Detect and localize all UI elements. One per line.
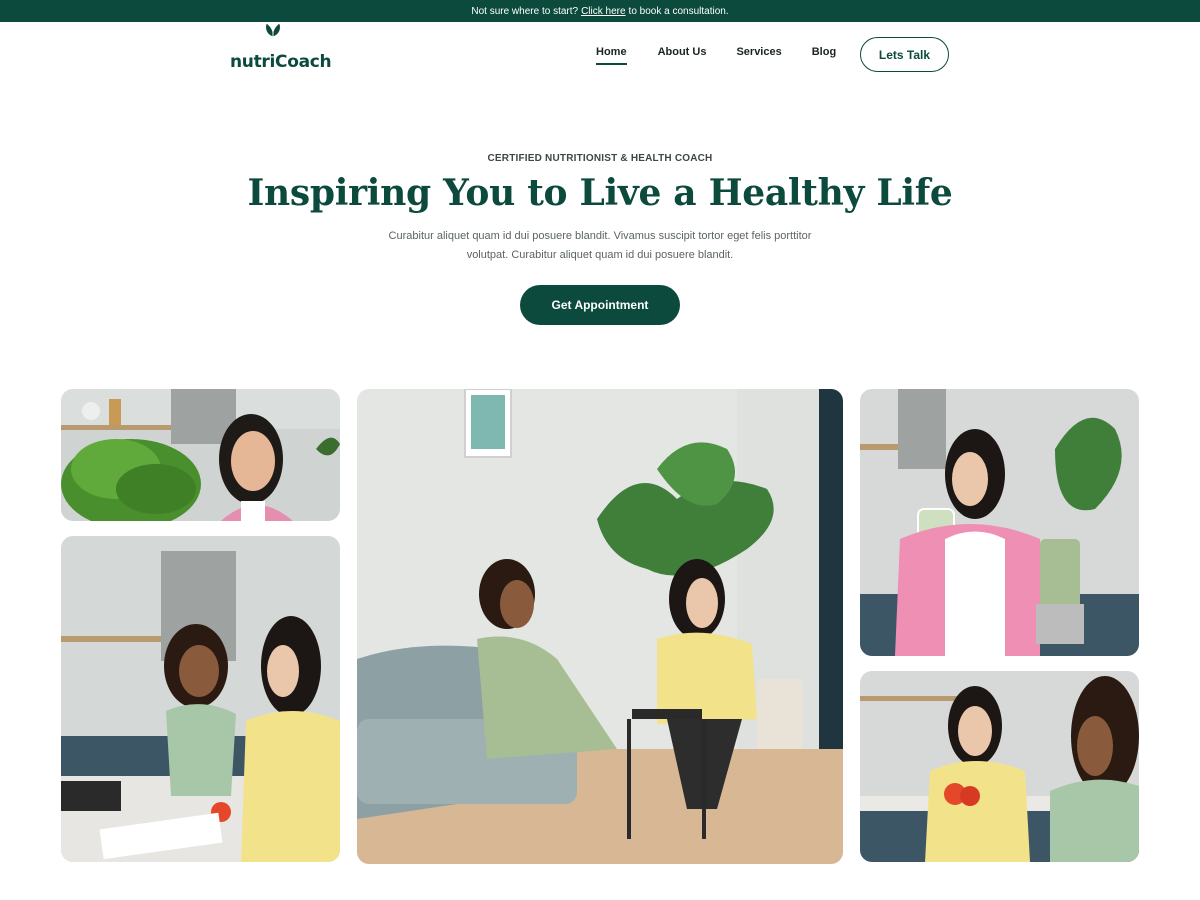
announcement-text: Not sure where to start? (471, 5, 579, 17)
get-appointment-button[interactable]: Get Appointment (520, 285, 680, 325)
nav-blog[interactable]: Blog (812, 46, 836, 62)
lets-talk-button[interactable]: Lets Talk (860, 37, 949, 72)
hero-description-line-1: Curabitur aliquet quam id dui posuere bl… (388, 230, 812, 242)
consultation-link[interactable]: Click here (581, 6, 625, 17)
brand-name: nutriCoach (230, 52, 332, 72)
main-nav: Home About Us Services Blog (596, 46, 836, 65)
two-women-kitchen-counter-photo[interactable] (61, 536, 340, 862)
site-header: nutriCoach Home About Us Services Blog L… (0, 22, 1200, 86)
nav-services[interactable]: Services (736, 46, 781, 62)
women-holding-tomatoes-photo[interactable] (860, 671, 1139, 862)
hero-title: Inspiring You to Live a Healthy Life (247, 172, 953, 214)
consultation-living-room-photo[interactable] (357, 389, 843, 864)
nav-about-us[interactable]: About Us (658, 46, 707, 62)
announcement-suffix: to book a consultation. (628, 5, 729, 17)
hero-description: Curabitur aliquet quam id dui posuere bl… (360, 227, 840, 265)
nav-home[interactable]: Home (596, 46, 627, 65)
leaf-icon (266, 23, 280, 37)
announcement-bar: Not sure where to start? Click here to b… (0, 0, 1200, 22)
hero-eyebrow: CERTIFIED NUTRITIONIST & HEALTH COACH (487, 153, 713, 164)
woman-drinking-smoothie-photo[interactable] (860, 389, 1139, 656)
hero-description-line-2: volutpat. Curabitur aliquet quam id dui … (466, 249, 734, 261)
woman-with-lettuce-photo[interactable] (61, 389, 340, 521)
brand-logo[interactable]: nutriCoach (230, 23, 332, 72)
